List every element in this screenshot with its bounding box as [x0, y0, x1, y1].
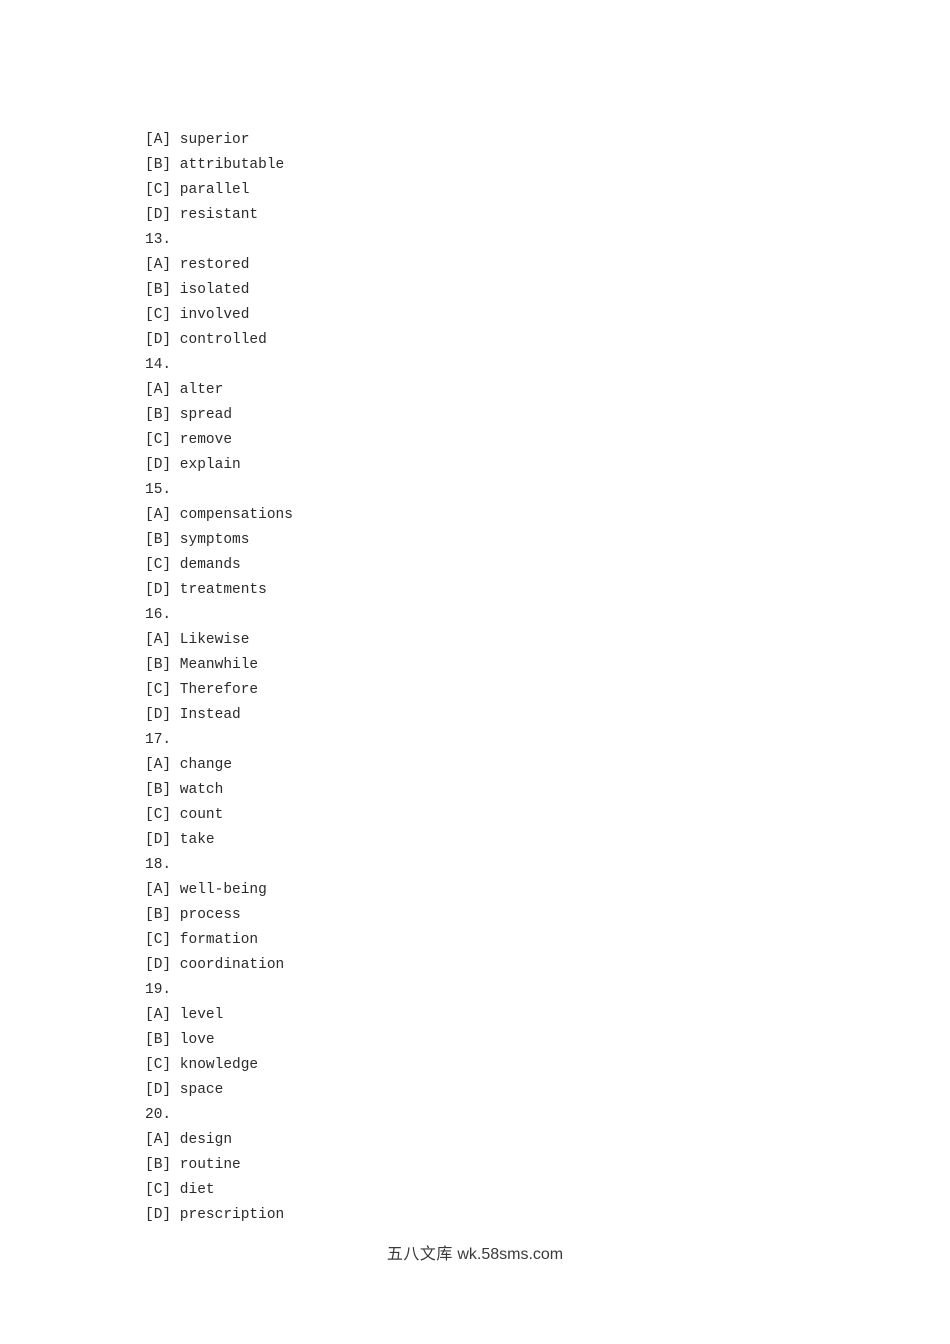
option-line: [B] spread: [145, 407, 233, 423]
option-line: [D] explain: [145, 457, 241, 473]
question-number: 14.: [145, 357, 172, 373]
question-number: 19.: [145, 982, 172, 998]
option-line: [A] design: [145, 1132, 233, 1148]
option-line: [D] prescription: [145, 1207, 285, 1223]
option-line: [D] space: [145, 1082, 224, 1098]
option-line: [A] Likewise: [145, 632, 250, 648]
option-line: [C] formation: [145, 932, 259, 948]
option-line: [B] symptoms: [145, 532, 250, 548]
option-line: [A] alter: [145, 382, 224, 398]
option-line: [A] compensations: [145, 507, 293, 523]
question-number: 20.: [145, 1107, 172, 1123]
option-line: [B] Meanwhile: [145, 657, 259, 673]
option-line: [D] take: [145, 832, 215, 848]
option-line: [B] isolated: [145, 282, 250, 298]
watermark-site-name: 五八文库: [386, 1244, 453, 1263]
question-number: 18.: [145, 857, 172, 873]
option-line: [C] diet: [145, 1182, 215, 1198]
option-line: [D] treatments: [145, 582, 267, 598]
option-line: [C] Therefore: [145, 682, 259, 698]
document-page: [A] superior [B] attributable [C] parall…: [0, 0, 950, 1344]
question-number: 13.: [145, 232, 172, 248]
watermark-url: wk.58sms.com: [457, 1246, 564, 1263]
option-line: [B] watch: [145, 782, 224, 798]
option-line: [C] demands: [145, 557, 241, 573]
option-line: [B] routine: [145, 1157, 241, 1173]
option-line: [C] remove: [145, 432, 233, 448]
option-line: [D] controlled: [145, 332, 267, 348]
options-text-block: [A] superior [B] attributable [C] parall…: [145, 128, 845, 1228]
option-line: [C] count: [145, 807, 224, 823]
option-line: [A] level: [145, 1007, 224, 1023]
option-line: [D] coordination: [145, 957, 285, 973]
option-line: [A] restored: [145, 257, 250, 273]
option-line: [B] process: [145, 907, 241, 923]
option-line: [D] Instead: [145, 707, 241, 723]
option-line: [A] well-being: [145, 882, 267, 898]
question-number: 16.: [145, 607, 172, 623]
option-line: [A] change: [145, 757, 233, 773]
option-line: [C] involved: [145, 307, 250, 323]
option-line: [C] parallel: [145, 182, 250, 198]
option-line: [C] knowledge: [145, 1057, 259, 1073]
option-line: [A] superior: [145, 132, 250, 148]
watermark: 五八文库 wk.58sms.com: [0, 1243, 950, 1266]
option-line: [D] resistant: [145, 207, 259, 223]
option-line: [B] attributable: [145, 157, 285, 173]
question-number: 15.: [145, 482, 172, 498]
question-number: 17.: [145, 732, 172, 748]
option-line: [B] love: [145, 1032, 215, 1048]
